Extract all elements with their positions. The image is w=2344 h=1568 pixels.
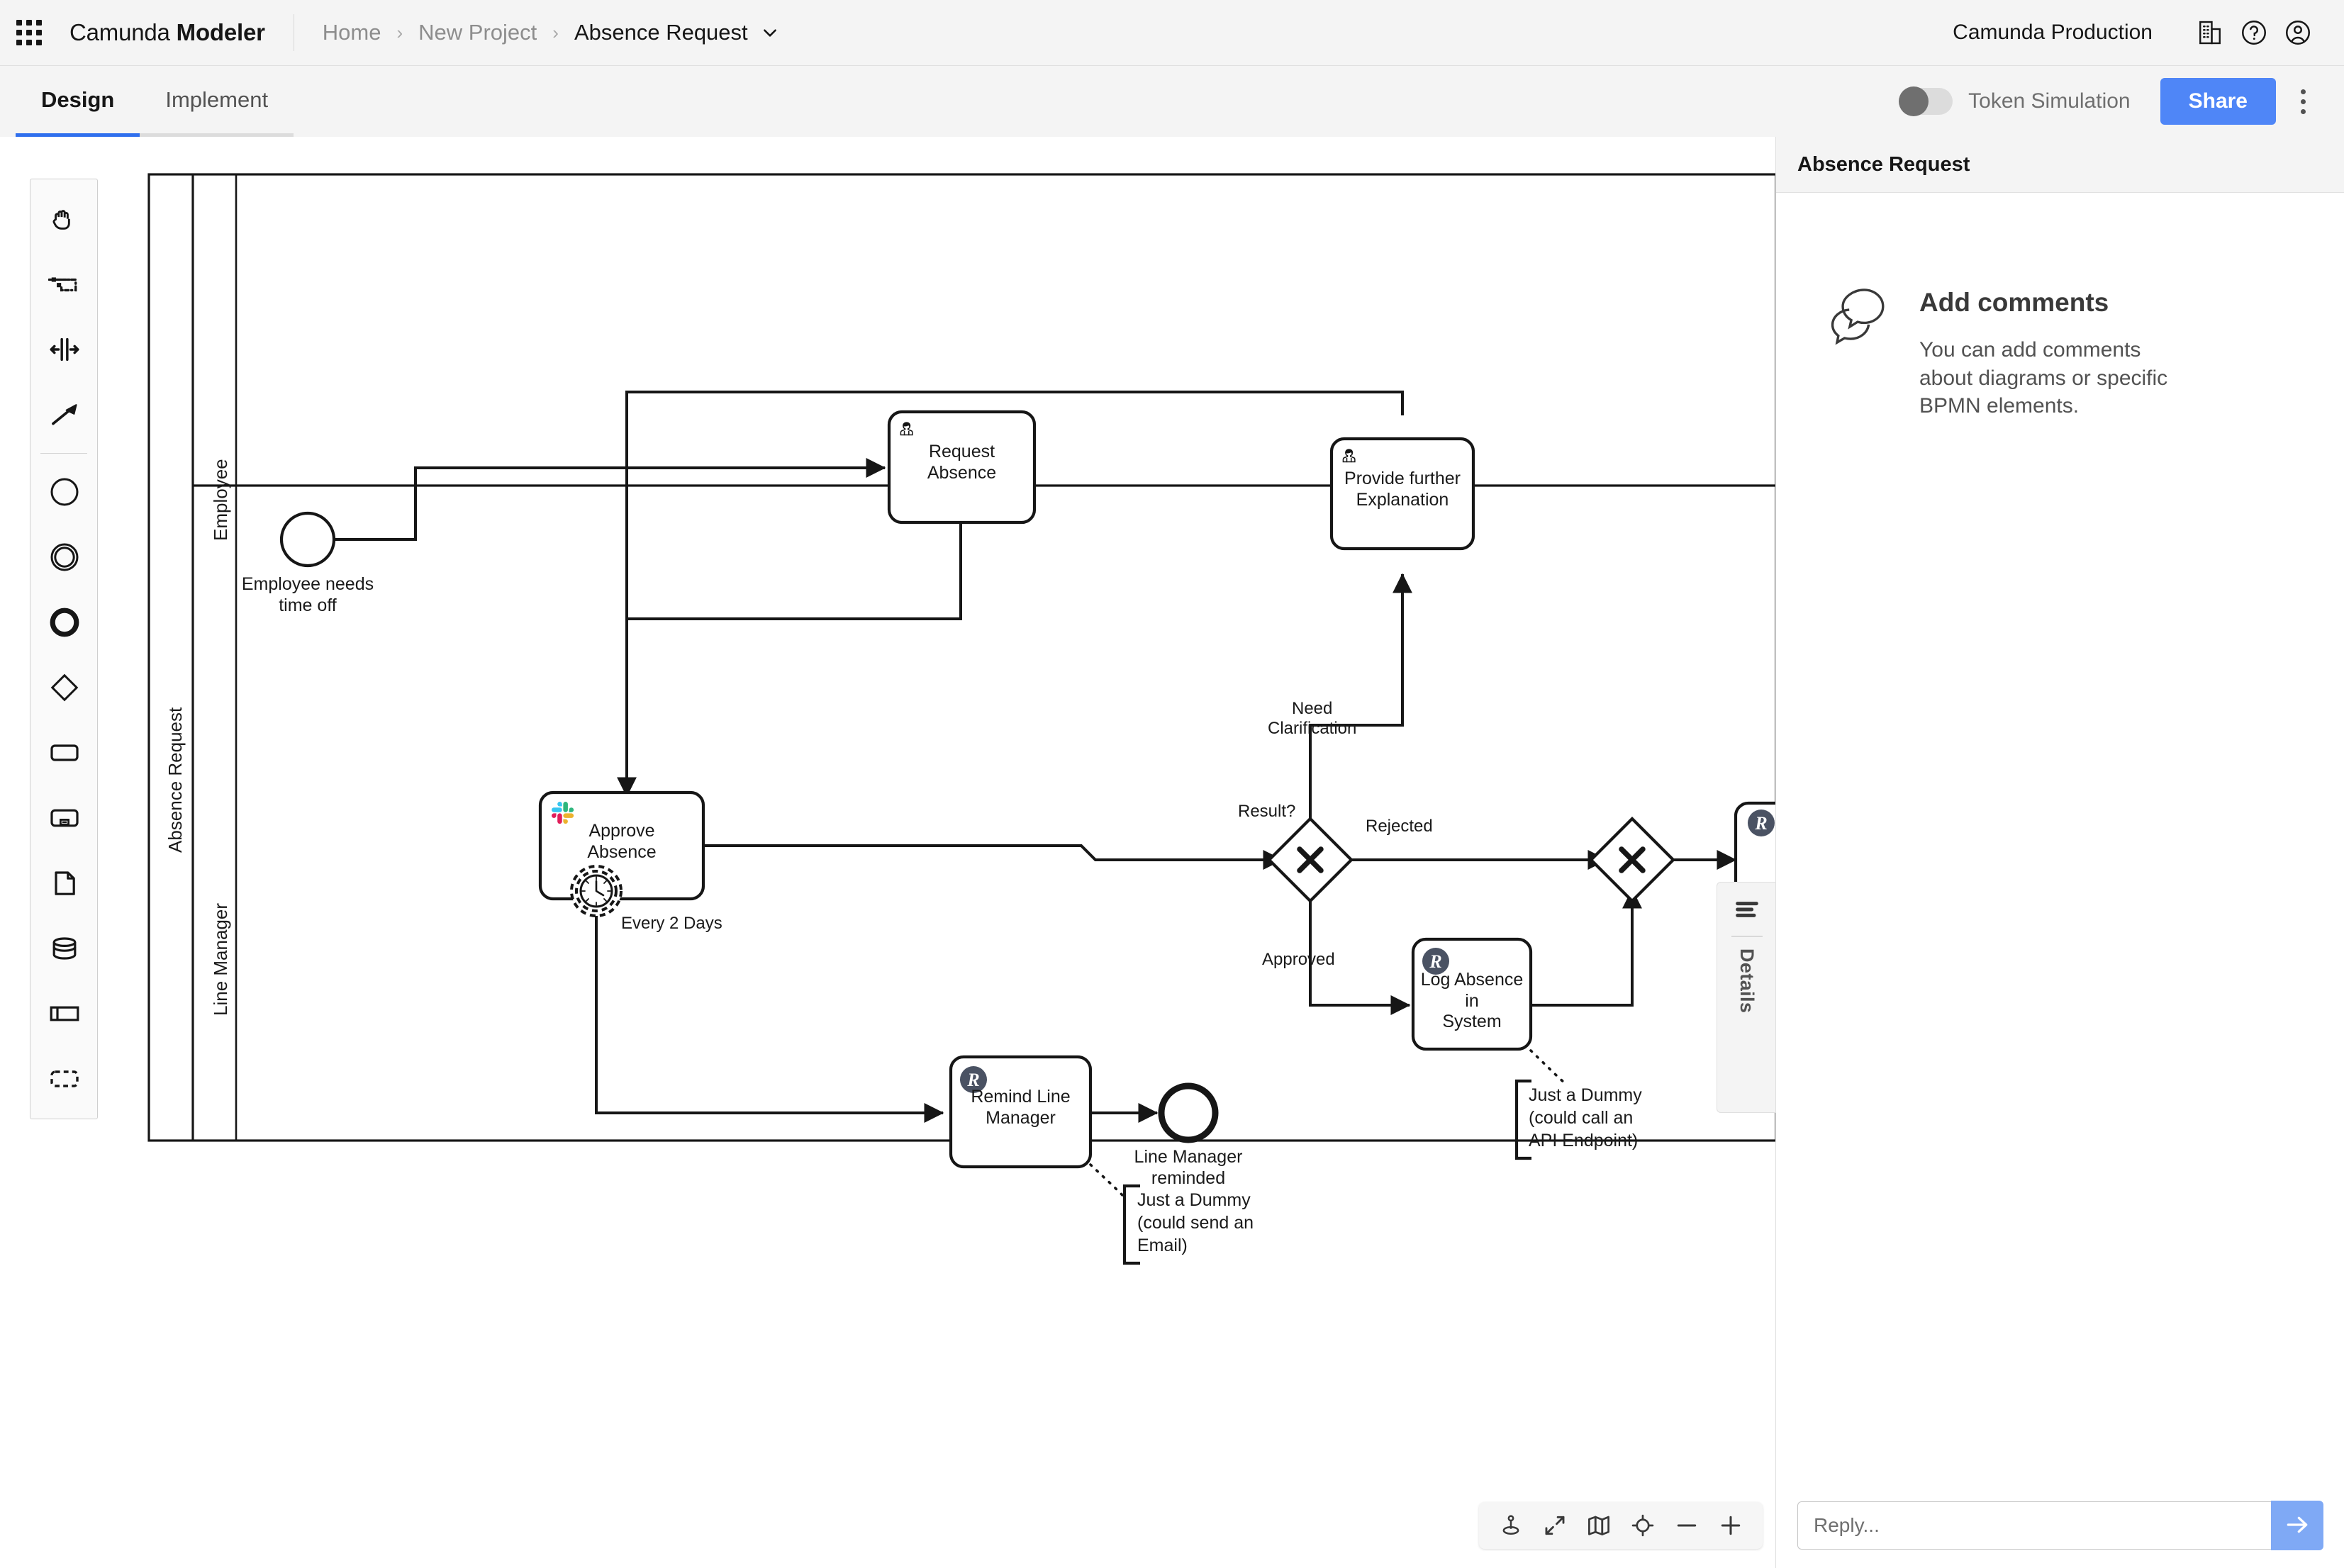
svg-text:R: R: [1429, 951, 1441, 972]
breadcrumb-separator: ›: [552, 22, 559, 44]
palette-divider: [40, 453, 87, 454]
bpmn-palette[interactable]: [30, 179, 98, 1119]
arrow-right-icon: [2283, 1511, 2311, 1541]
annotation-email-text: Just a Dummy (could send an Email): [1137, 1189, 1279, 1257]
top-bar: Camunda Modeler Home › New Project › Abs…: [0, 0, 2344, 66]
task-provide-further-explanation-label: Provide further Explanation: [1332, 469, 1473, 510]
space-tool-icon[interactable]: [30, 317, 99, 382]
token-simulation-label: Token Simulation: [1968, 89, 2130, 113]
breadcrumb-item-new-project[interactable]: New Project: [418, 20, 537, 45]
task-approve-absence-label: Approve Absence: [540, 821, 703, 863]
lane-label-line-manager: Line Manager: [210, 860, 232, 1016]
end-event-icon[interactable]: [30, 590, 99, 655]
brand-title: Camunda Modeler: [69, 19, 265, 46]
brand-prefix: Camunda: [69, 19, 177, 45]
tab-implement-label: Implement: [165, 87, 268, 113]
chevron-down-icon[interactable]: [761, 23, 779, 42]
group-icon[interactable]: [30, 1046, 99, 1111]
tab-implement[interactable]: Implement: [140, 66, 294, 137]
lasso-tool-icon[interactable]: [30, 252, 99, 317]
comments-empty-body: You can add comments about diagrams or s…: [1919, 336, 2182, 420]
lane-label-employee: Employee: [210, 399, 232, 541]
organization-icon[interactable]: [2188, 11, 2232, 55]
details-panel-tab[interactable]: Details: [1717, 882, 1775, 1113]
flow-label-rejected: Rejected: [1366, 817, 1433, 836]
subprocess-icon[interactable]: [30, 785, 99, 851]
start-event-icon[interactable]: [30, 459, 99, 525]
data-object-icon[interactable]: [30, 851, 99, 916]
details-tab-divider: [1731, 936, 1763, 937]
annotation-api-text: Just a Dummy (could call an API Endpoint…: [1529, 1084, 1678, 1152]
reset-zoom-icon[interactable]: [1621, 1503, 1665, 1547]
tab-list: Design Implement: [0, 66, 294, 137]
end-event-label: Line Manager reminded: [1113, 1147, 1263, 1189]
task-log-absence-label: Log Absence in System: [1413, 970, 1531, 1033]
lasso-select-icon[interactable]: [1489, 1503, 1533, 1547]
gateway-result-label: Result?: [1238, 802, 1295, 822]
breadcrumb: Home › New Project › Absence Request: [323, 20, 779, 45]
flow-label-approved: Approved: [1262, 950, 1335, 970]
zoom-in-icon[interactable]: [1709, 1503, 1753, 1547]
connect-tool-icon[interactable]: [30, 382, 99, 447]
reply-input[interactable]: [1797, 1501, 2271, 1550]
pool-icon[interactable]: [30, 981, 99, 1046]
start-event[interactable]: [281, 513, 334, 566]
diagram-canvas[interactable]: R R R: [0, 137, 1775, 1568]
canvas-toolbar[interactable]: [1479, 1502, 1763, 1549]
task-request-absence-label: Request Absence: [889, 442, 1034, 483]
comments-icon: [1819, 278, 1895, 420]
fit-viewport-icon[interactable]: [1533, 1503, 1577, 1547]
task-remind-line-manager-label: Remind Line Manager: [951, 1087, 1090, 1129]
tab-design[interactable]: Design: [16, 66, 140, 137]
boundary-timer-event-non-interrupting[interactable]: [571, 866, 621, 916]
brand-suffix: Modeler: [177, 19, 265, 45]
zoom-out-icon[interactable]: [1665, 1503, 1709, 1547]
tab-bar: Design Implement Token Simulation Share: [0, 66, 2344, 137]
toggle-knob: [1899, 86, 1929, 116]
data-store-icon[interactable]: [30, 916, 99, 981]
comments-empty-title: Add comments: [1919, 288, 2182, 318]
svg-text:R: R: [1754, 813, 1767, 834]
flow-label-need-clarification: Need Clarification: [1268, 699, 1356, 739]
organization-name: Camunda Production: [1953, 21, 2153, 45]
breadcrumb-item-home[interactable]: Home: [323, 20, 381, 45]
minimap-icon[interactable]: [1577, 1503, 1621, 1547]
rpa-icon: R: [1748, 810, 1775, 836]
comments-empty-state: Add comments You can add comments about …: [1776, 193, 2344, 420]
details-tab-label: Details: [1736, 948, 1758, 1013]
task-icon[interactable]: [30, 720, 99, 785]
hand-tool-icon[interactable]: [30, 186, 99, 252]
help-icon[interactable]: [2232, 11, 2276, 55]
intermediate-event-icon[interactable]: [30, 525, 99, 590]
pool-label: Absence Request: [164, 683, 186, 853]
account-icon[interactable]: [2276, 11, 2320, 55]
token-simulation-toggle[interactable]: [1899, 88, 1953, 115]
send-reply-button[interactable]: [2271, 1501, 2323, 1550]
tab-bar-actions: Token Simulation Share: [1899, 66, 2344, 137]
top-bar-right: Camunda Production: [1953, 11, 2344, 55]
comment-reply-bar: [1776, 1483, 2344, 1568]
gateway-icon[interactable]: [30, 655, 99, 720]
comments-panel: Absence Request Add comments You can add…: [1775, 137, 2344, 1568]
list-icon: [1733, 898, 1761, 924]
comments-empty-text: Add comments You can add comments about …: [1919, 278, 2182, 420]
apps-grid-icon[interactable]: [16, 19, 43, 46]
bpmn-diagram[interactable]: R R R: [0, 137, 1775, 1568]
more-options-icon[interactable]: [2283, 78, 2323, 125]
end-event-line-manager-reminded[interactable]: [1161, 1086, 1215, 1140]
start-event-label: Employee needs time off: [223, 574, 393, 616]
share-button[interactable]: Share: [2160, 78, 2276, 125]
tab-design-label: Design: [41, 87, 114, 113]
comments-panel-title: Absence Request: [1776, 137, 2344, 193]
breadcrumb-separator: ›: [396, 22, 403, 44]
breadcrumb-item-absence-request[interactable]: Absence Request: [574, 20, 748, 45]
timer-boundary-label: Every 2 Days: [621, 914, 722, 934]
